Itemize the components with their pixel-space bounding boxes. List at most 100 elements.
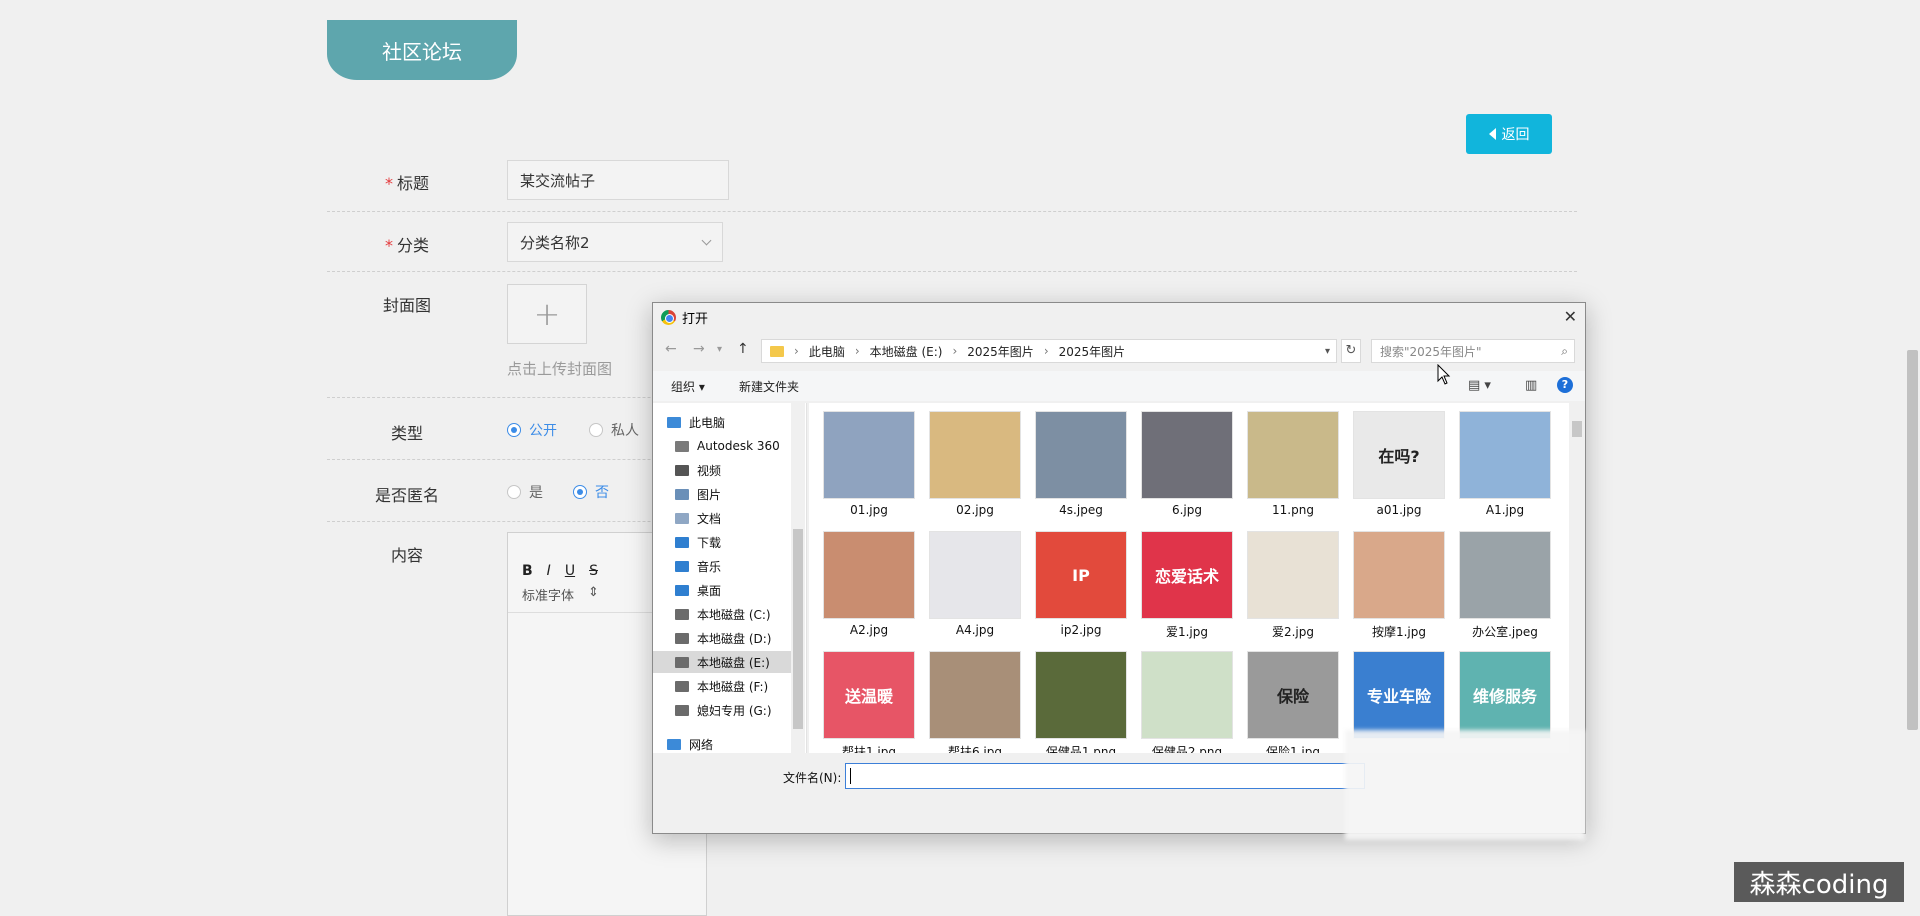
- nav-item[interactable]: 此电脑: [667, 411, 797, 433]
- file-item[interactable]: IP ip2.jpg: [1031, 531, 1131, 637]
- up-nav-icon[interactable]: ↑: [737, 341, 749, 357]
- file-name: 帮扶1.jpg: [841, 745, 897, 753]
- file-thumbnail: [823, 531, 915, 619]
- file-item[interactable]: 02.jpg: [925, 411, 1025, 517]
- italic-button[interactable]: I: [547, 563, 551, 579]
- network-icon: [667, 738, 681, 750]
- file-item[interactable]: 6.jpg: [1137, 411, 1237, 517]
- file-thumbnail: [929, 411, 1021, 499]
- file-item[interactable]: 爱2.jpg: [1243, 531, 1343, 640]
- file-name: ip2.jpg: [1060, 623, 1102, 637]
- file-thumbnail: [1459, 411, 1551, 499]
- forward-nav-icon[interactable]: →: [693, 341, 705, 357]
- nav-item[interactable]: 视频: [675, 459, 805, 481]
- file-name: 保健品1.png: [1045, 745, 1117, 753]
- nav-item-label: 图片: [697, 487, 722, 502]
- type-public-radio[interactable]: 公开: [507, 420, 557, 440]
- file-item[interactable]: A1.jpg: [1455, 411, 1555, 517]
- nav-item-label: 文档: [697, 511, 722, 526]
- nav-item[interactable]: 文档: [675, 507, 805, 529]
- category-select[interactable]: 分类名称2: [507, 222, 723, 262]
- file-item[interactable]: 4s.jpeg: [1031, 411, 1131, 517]
- preview-pane-icon[interactable]: ▥: [1525, 378, 1537, 393]
- address-bar[interactable]: › 此电脑 › 本地磁盘 (E:) › 2025年图片 › 2025年图片 ▾: [761, 339, 1337, 363]
- nav-item[interactable]: 媳妇专用 (G:): [675, 699, 805, 721]
- file-item[interactable]: 01.jpg: [819, 411, 919, 517]
- file-item[interactable]: 送温暖 帮扶1.jpg: [819, 651, 919, 753]
- nav-item[interactable]: 本地磁盘 (E:): [653, 651, 791, 673]
- page-scrollbar[interactable]: [1905, 0, 1920, 916]
- page-scroll-thumb[interactable]: [1907, 350, 1918, 730]
- underline-button[interactable]: U: [565, 563, 575, 579]
- cloud-icon: [675, 440, 689, 452]
- new-folder-button[interactable]: 新建文件夹: [739, 378, 799, 395]
- drive-icon: [675, 680, 689, 692]
- file-name: A4.jpg: [955, 623, 995, 637]
- organize-menu[interactable]: 组织 ▾: [671, 378, 705, 395]
- dialog-title: 打开: [682, 311, 709, 327]
- file-name: 办公室.jpeg: [1472, 625, 1538, 639]
- breadcrumb-item[interactable]: 此电脑: [809, 343, 845, 360]
- back-button[interactable]: 返回: [1466, 114, 1552, 154]
- font-select-arrow-icon: ⇕: [588, 585, 599, 600]
- file-thumbnail: [1247, 531, 1339, 619]
- nav-item[interactable]: 本地磁盘 (F:): [675, 675, 805, 697]
- drive-icon: [675, 608, 689, 620]
- nav-item[interactable]: 音乐: [675, 555, 805, 577]
- close-icon[interactable]: ✕: [1564, 307, 1577, 326]
- file-item[interactable]: 11.png: [1243, 411, 1343, 517]
- filename-input[interactable]: [845, 763, 1365, 789]
- nav-item[interactable]: 图片: [675, 483, 805, 505]
- nav-item[interactable]: 下载: [675, 531, 805, 553]
- nav-item-label: 此电脑: [689, 415, 726, 430]
- nav-item-label: 媳妇专用 (G:): [697, 703, 772, 718]
- breadcrumb-item[interactable]: 2025年图片: [967, 343, 1034, 360]
- nav-item[interactable]: 网络: [667, 733, 797, 755]
- nav-item-label: 视频: [697, 463, 722, 478]
- file-item[interactable]: 帮扶6.jpg: [925, 651, 1025, 753]
- nav-item[interactable]: 本地磁盘 (D:): [675, 627, 805, 649]
- dialog-search-placeholder: 搜索"2025年图片": [1380, 344, 1482, 359]
- font-select[interactable]: 标准字体: [522, 585, 574, 604]
- type-private-radio[interactable]: 私人: [589, 420, 639, 440]
- address-dropdown-icon[interactable]: ▾: [1325, 346, 1330, 357]
- file-item[interactable]: 保健品1.png: [1031, 651, 1131, 753]
- dialog-nav-row: ← → ▾ ↑ › 此电脑 › 本地磁盘 (E:) › 2025年图片 › 20…: [653, 337, 1585, 365]
- refresh-icon[interactable]: ↻: [1341, 339, 1361, 363]
- nav-item-label: Autodesk 360: [697, 439, 780, 453]
- file-item[interactable]: 恋爱话术 爱1.jpg: [1137, 531, 1237, 640]
- view-options-icon[interactable]: ▤ ▾: [1468, 378, 1491, 393]
- download-icon: [675, 536, 689, 548]
- cover-upload-button[interactable]: +: [507, 284, 587, 344]
- breadcrumb-item[interactable]: 本地磁盘 (E:): [870, 343, 943, 360]
- search-icon: ⌕: [1561, 344, 1568, 358]
- file-item[interactable]: 保健品2.png: [1137, 651, 1237, 753]
- file-item[interactable]: 在吗? a01.jpg: [1349, 411, 1449, 517]
- file-item[interactable]: A4.jpg: [925, 531, 1025, 637]
- file-item[interactable]: 办公室.jpeg: [1455, 531, 1555, 640]
- title-row: * 标题 某交流帖子: [327, 150, 1577, 212]
- back-nav-icon[interactable]: ←: [665, 341, 677, 357]
- anonymous-no-radio[interactable]: 否: [573, 482, 609, 502]
- file-item[interactable]: 保险 保险1.jpg: [1243, 651, 1343, 753]
- file-name: 11.png: [1272, 503, 1314, 517]
- file-name: 6.jpg: [1171, 503, 1203, 517]
- file-item[interactable]: A2.jpg: [819, 531, 919, 637]
- content-label: 内容: [390, 546, 423, 565]
- recent-dropdown-icon[interactable]: ▾: [717, 344, 722, 355]
- dialog-search-input[interactable]: 搜索"2025年图片" ⌕: [1371, 339, 1575, 363]
- nav-item[interactable]: 桌面: [675, 579, 805, 601]
- nav-item[interactable]: 本地磁盘 (C:): [675, 603, 805, 625]
- bold-button[interactable]: B: [522, 563, 533, 579]
- title-input[interactable]: 某交流帖子: [507, 160, 729, 200]
- file-name: 帮扶6.jpg: [947, 745, 1003, 753]
- strike-button[interactable]: S: [589, 563, 598, 579]
- breadcrumb-item[interactable]: 2025年图片: [1059, 343, 1126, 360]
- file-item[interactable]: 按摩1.jpg: [1349, 531, 1449, 640]
- file-thumbnail: 维修服务: [1459, 651, 1551, 739]
- help-icon[interactable]: ?: [1557, 377, 1573, 393]
- file-scrollbar[interactable]: [1569, 403, 1585, 753]
- anonymous-yes-radio[interactable]: 是: [507, 482, 543, 502]
- forum-tab[interactable]: 社区论坛: [327, 20, 517, 80]
- nav-item[interactable]: Autodesk 360: [675, 435, 805, 457]
